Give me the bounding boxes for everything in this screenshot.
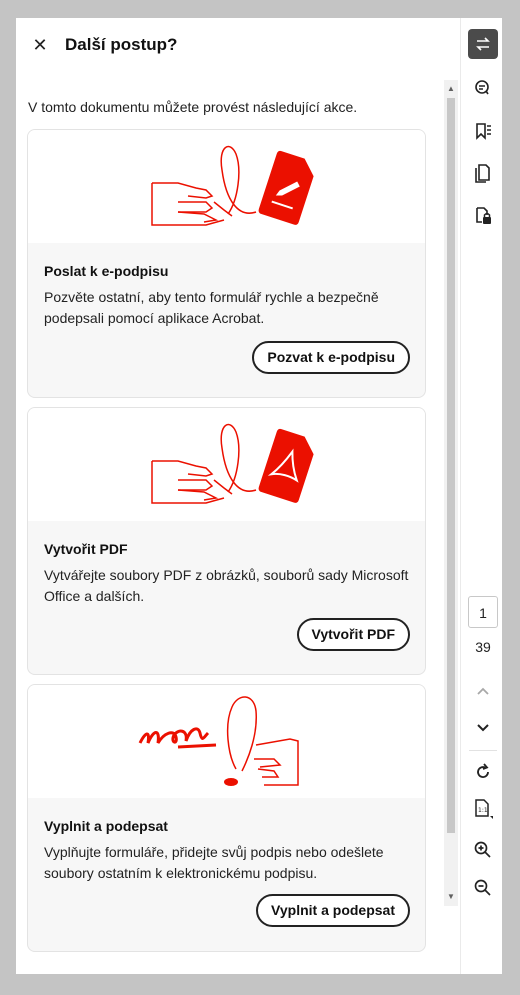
close-icon[interactable]: ✕	[30, 35, 50, 55]
fill-sign-illustration	[28, 685, 425, 798]
card-title: Vyplnit a podepsat	[44, 818, 168, 834]
create-pdf-button[interactable]: Vytvořit PDF	[296, 618, 410, 651]
next-steps-panel: ✕ Další postup? V tomto dokumentu můžete…	[16, 18, 460, 974]
card-description: Vyplňujte formuláře, přidejte svůj podpi…	[44, 844, 384, 881]
page-up-icon[interactable]	[468, 676, 498, 706]
refresh-icon[interactable]	[468, 757, 498, 787]
zoom-out-icon[interactable]	[468, 873, 498, 903]
card-request-esign: Poslat k e-podpisu Pozvěte ostatní, aby …	[27, 129, 426, 398]
intro-text: V tomto dokumentu můžete provést následu…	[28, 99, 358, 115]
card-title: Poslat k e-podpisu	[44, 263, 169, 279]
fill-sign-button[interactable]: Vyplnit a podepsat	[256, 894, 410, 927]
card-description: Vytvářejte soubory PDF z obrázků, soubor…	[44, 567, 409, 604]
comment-icon[interactable]	[468, 73, 498, 103]
esign-illustration	[28, 130, 425, 243]
create-pdf-illustration	[28, 408, 425, 521]
zoom-in-icon[interactable]	[468, 835, 498, 865]
current-page-input[interactable]: 1	[468, 596, 498, 628]
pages-icon[interactable]	[468, 158, 498, 188]
app-window: ✕ Další postup? V tomto dokumentu můžete…	[16, 18, 502, 974]
panel-scrollbar[interactable]: ▲ ▼	[444, 80, 458, 906]
svg-text:1:1: 1:1	[478, 807, 488, 814]
rail-divider	[469, 750, 497, 751]
card-fill-sign: Vyplnit a podepsat Vyplňujte formuláře, …	[27, 684, 426, 952]
right-tool-rail: 1 39 1:1	[460, 18, 502, 974]
card-title: Vytvořit PDF	[44, 541, 128, 557]
bookmark-icon[interactable]	[468, 116, 498, 146]
convert-icon[interactable]	[468, 29, 498, 59]
scroll-up-arrow-icon[interactable]: ▲	[444, 82, 458, 96]
scrollbar-thumb[interactable]	[447, 98, 455, 833]
request-esign-button[interactable]: Pozvat k e-podpisu	[252, 341, 410, 374]
card-create-pdf: Vytvořit PDF Vytvářejte soubory PDF z ob…	[27, 407, 426, 675]
protect-icon[interactable]	[468, 200, 498, 230]
fit-page-icon[interactable]: 1:1	[468, 794, 498, 824]
card-description: Pozvěte ostatní, aby tento formulář rych…	[44, 289, 379, 326]
total-pages: 39	[475, 639, 491, 655]
panel-title: Další postup?	[65, 35, 178, 54]
panel-header: ✕ Další postup?	[16, 18, 460, 74]
scroll-down-arrow-icon[interactable]: ▼	[444, 890, 458, 904]
page-down-icon[interactable]	[468, 713, 498, 743]
